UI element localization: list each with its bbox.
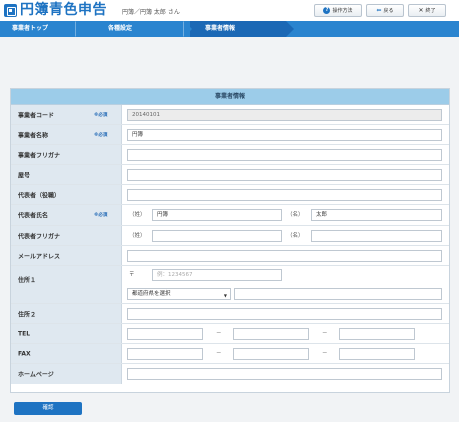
business-kana-input[interactable]: [127, 149, 442, 161]
fax-input-3[interactable]: [339, 348, 415, 360]
label-cell: ホームページ: [11, 364, 122, 384]
tel-dash-1: －: [216, 331, 222, 337]
chevron-down-icon: ▼: [223, 293, 227, 298]
tel-input-1[interactable]: [127, 328, 203, 340]
label-cell: FAX: [11, 344, 122, 363]
rep-kana-sei-input[interactable]: [152, 230, 282, 242]
row-address1: 住所１ 〒 例：1234567 都道府県を選択 ▼: [11, 266, 449, 304]
label-rep-name: 代表者氏名: [18, 212, 49, 220]
row-fax: FAX － －: [11, 344, 449, 364]
close-button[interactable]: ✕ 終了: [408, 4, 446, 17]
mei-label: （名）: [287, 233, 304, 239]
row-tel: TEL － －: [11, 324, 449, 344]
label-homepage: ホームページ: [18, 371, 54, 379]
label-cell: 事業者名称 ※必須: [11, 125, 122, 144]
rep-mei-input[interactable]: 太郎: [311, 209, 442, 221]
row-homepage: ホームページ: [11, 364, 449, 384]
help-icon: ?: [323, 7, 331, 14]
label-address2: 住所２: [18, 311, 37, 318]
tel-input-2[interactable]: [233, 328, 309, 340]
tel-dash-2: －: [322, 331, 328, 337]
fax-input-1[interactable]: [127, 348, 203, 360]
label-tel: TEL: [18, 330, 31, 337]
business-code-field: 20140101: [127, 109, 442, 121]
row-rep-kana: 代表者フリガナ （姓） （名）: [11, 226, 449, 246]
row-address2: 住所２: [11, 304, 449, 324]
sei-label: （姓）: [129, 212, 146, 218]
label-cell: 代表者氏名 ※必須: [11, 205, 122, 225]
homepage-input[interactable]: [127, 368, 442, 380]
prefecture-select-value: 都道府県を選択: [132, 291, 171, 297]
label-cell: 住所２: [11, 304, 122, 323]
close-icon: ✕: [418, 6, 424, 14]
breadcrumb-separator-icon: [184, 21, 192, 37]
panel-title: 事業者情報: [11, 89, 449, 105]
close-button-label: 終了: [425, 8, 436, 14]
label-cell: メールアドレス: [11, 246, 122, 265]
postal-code-input[interactable]: 例：1234567: [152, 269, 282, 281]
label-yago: 屋号: [18, 172, 31, 179]
label-cell: TEL: [11, 324, 122, 343]
breadcrumb-separator-icon: [76, 21, 84, 37]
mei-label: （名）: [287, 212, 304, 218]
required-badge: ※必須: [94, 213, 108, 218]
email-input[interactable]: [127, 250, 442, 262]
row-rep-title: 代表者（役職）: [11, 185, 449, 205]
label-business-name: 事業者名称: [18, 132, 49, 139]
help-button[interactable]: ? 操作方法: [314, 4, 362, 17]
breadcrumb-item-top[interactable]: 事業者トップ: [12, 21, 48, 37]
label-business-kana: 事業者フリガナ: [18, 152, 61, 159]
label-cell: 事業者フリガナ: [11, 145, 122, 164]
prefecture-select[interactable]: 都道府県を選択 ▼: [127, 288, 231, 300]
back-button-label: 戻る: [383, 8, 394, 14]
label-cell: 屋号: [11, 165, 122, 184]
row-business-name: 事業者名称 ※必須 円簿: [11, 125, 449, 145]
fax-dash-1: －: [216, 351, 222, 357]
rep-kana-mei-input[interactable]: [311, 230, 442, 242]
row-business-kana: 事業者フリガナ: [11, 145, 449, 165]
label-fax: FAX: [18, 350, 31, 357]
breadcrumb-separator-icon: [286, 21, 294, 37]
business-info-panel: 事業者情報 事業者コード ※必須 20140101 事業者名称 ※必須 円簿 事…: [10, 88, 450, 393]
address1-input[interactable]: [234, 288, 442, 300]
business-name-input[interactable]: 円簿: [127, 129, 442, 141]
row-rep-name: 代表者氏名 ※必須 （姓） 円簿 （名） 太郎: [11, 205, 449, 226]
label-address1: 住所１: [18, 277, 37, 284]
fax-input-2[interactable]: [233, 348, 309, 360]
label-cell: 事業者コード ※必須: [11, 105, 122, 124]
breadcrumb-item-settings[interactable]: 各種設定: [108, 21, 132, 37]
back-button[interactable]: ⇚ 戻る: [366, 4, 404, 17]
label-cell: 代表者フリガナ: [11, 226, 122, 245]
label-business-code: 事業者コード: [18, 112, 55, 119]
back-arrow-icon: ⇚: [376, 6, 382, 14]
address2-input[interactable]: [127, 308, 442, 320]
label-cell: 住所１: [11, 266, 122, 303]
fax-dash-2: －: [322, 351, 328, 357]
help-button-label: 操作方法: [332, 8, 353, 14]
sei-label: （姓）: [129, 233, 146, 239]
row-business-code: 事業者コード ※必須 20140101: [11, 105, 449, 125]
tel-input-3[interactable]: [339, 328, 415, 340]
app-title: 円簿青色申告: [20, 2, 107, 18]
app-logo-icon: [4, 4, 17, 17]
label-rep-title: 代表者（役職）: [18, 192, 61, 199]
row-yago: 屋号: [11, 165, 449, 185]
label-rep-kana: 代表者フリガナ: [18, 233, 61, 240]
row-email: メールアドレス: [11, 246, 449, 266]
yago-input[interactable]: [127, 169, 442, 181]
breadcrumb-nav: 事業者トップ 各種設定 事業者情報: [0, 21, 459, 37]
rep-sei-input[interactable]: 円簿: [152, 209, 282, 221]
breadcrumb-item-business-info: 事業者情報: [205, 25, 236, 32]
user-info: 円簿／円簿 太郎 さん: [122, 9, 180, 16]
postal-mark: 〒: [129, 272, 135, 278]
confirm-button[interactable]: 確認: [14, 402, 82, 415]
label-email: メールアドレス: [18, 253, 61, 260]
label-cell: 代表者（役職）: [11, 185, 122, 204]
app-header: 円簿青色申告 円簿／円簿 太郎 さん ? 操作方法 ⇚ 戻る ✕ 終了: [0, 0, 459, 21]
required-badge: ※必須: [94, 132, 108, 138]
required-badge: ※必須: [94, 112, 108, 118]
rep-title-input[interactable]: [127, 189, 442, 201]
